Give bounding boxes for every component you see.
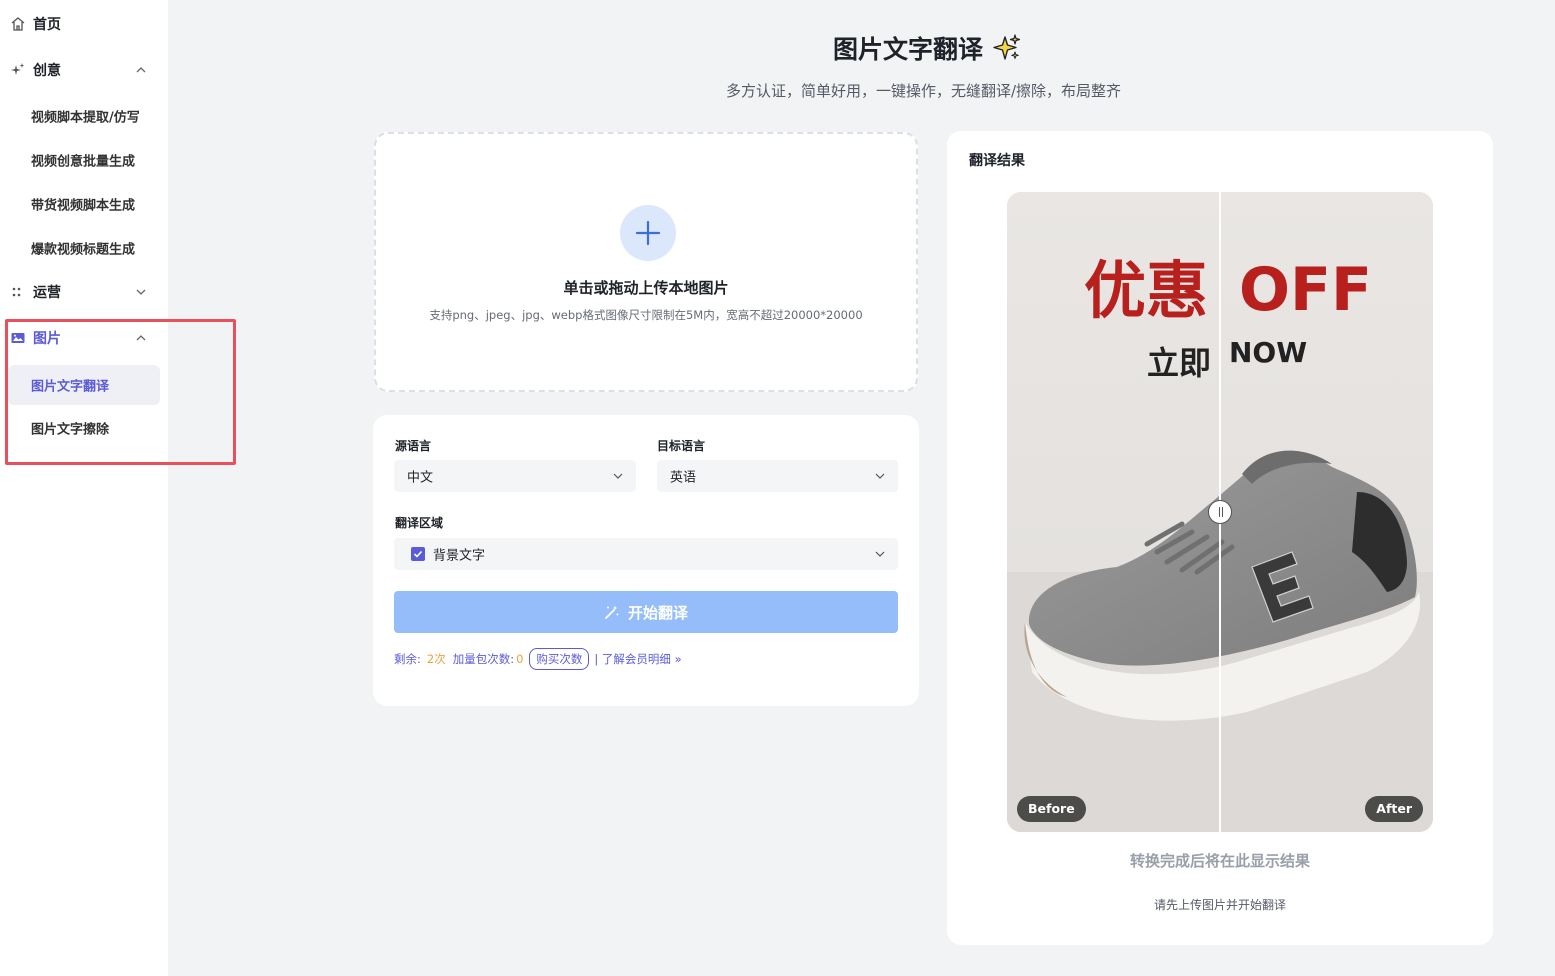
image-text-after-sub: NOW	[1229, 336, 1307, 369]
sidebar-item-sales-script[interactable]: 带货视频脚本生成	[8, 184, 160, 224]
sidebar-item-image[interactable]: 图片	[0, 316, 168, 360]
source-language-value: 中文	[407, 470, 434, 486]
sidebar-item-label: 创意	[33, 63, 61, 79]
image-text-before-main: 优惠	[1084, 254, 1208, 327]
bonus-count: 0	[516, 652, 524, 666]
chevron-up-icon	[136, 335, 146, 341]
sidebar-item-label: 图片文字擦除	[31, 422, 110, 438]
page-subtitle: 多方认证，简单好用，一键操作，无缝翻译/擦除，布局整齐	[726, 82, 1122, 100]
sparkles-icon	[993, 34, 1021, 60]
sidebar: 首页 创意 视频脚本提取/仿写 视频创意批量生成 带货视频脚本生成 爆款视频标题…	[0, 0, 168, 976]
source-language-label: 源语言	[395, 439, 432, 453]
upload-plus-button[interactable]	[620, 205, 676, 261]
sidebar-item-label: 视频创意批量生成	[31, 154, 136, 170]
sidebar-item-label: 图片文字翻译	[31, 379, 110, 395]
before-badge: Before	[1017, 796, 1086, 822]
chevron-down-icon	[613, 473, 623, 479]
magic-wand-icon	[605, 605, 619, 619]
upload-title: 单击或拖动上传本地图片	[563, 279, 729, 297]
sidebar-item-label: 首页	[33, 17, 61, 33]
plus-icon	[635, 220, 661, 246]
upload-hint: 支持png、jpeg、jpg、webp格式图像尺寸限制在5M内，宽高不超过200…	[429, 308, 863, 322]
check-icon	[413, 550, 423, 558]
sidebar-item-label: 爆款视频标题生成	[31, 242, 136, 258]
bonus-label: 加量包次数:	[452, 652, 515, 666]
start-translate-button[interactable]: 开始翻译	[394, 591, 898, 633]
buy-quota-button[interactable]: 购买次数	[529, 648, 590, 670]
sidebar-item-video-creative[interactable]: 视频创意批量生成	[8, 140, 160, 180]
result-placeholder-hint: 请先上传图片并开始翻译	[1153, 898, 1286, 912]
compare-slider-handle[interactable]	[1208, 500, 1232, 524]
sidebar-item-viral-title[interactable]: 爆款视频标题生成	[8, 228, 160, 268]
chevron-down-icon	[875, 473, 885, 479]
sidebar-item-video-script[interactable]: 视频脚本提取/仿写	[8, 96, 160, 136]
sidebar-item-image-translate[interactable]: 图片文字翻译	[8, 365, 160, 405]
sparkle-icon	[11, 63, 25, 75]
grid-icon	[12, 287, 21, 297]
sidebar-item-label: 视频脚本提取/仿写	[31, 110, 140, 126]
image-text-after-main: OFF	[1239, 255, 1372, 325]
remaining-count: 2次	[426, 652, 446, 666]
region-checkbox[interactable]	[411, 547, 425, 561]
chevron-down-icon	[136, 289, 146, 295]
target-language-select[interactable]: 英语	[657, 460, 898, 492]
settings-panel: 源语言 中文 目标语言 英语 翻译区域 背景文字 开始翻译 剩余: 2次 加量包…	[373, 415, 919, 706]
quota-info: 剩余: 2次 加量包次数: 0 购买次数 | 了解会员明细 »	[394, 648, 682, 670]
start-translate-label: 开始翻译	[627, 603, 688, 622]
sidebar-item-label: 图片	[33, 331, 61, 347]
sidebar-item-label: 运营	[33, 285, 61, 301]
image-text-before-sub: 立即	[1147, 344, 1211, 382]
before-after-compare[interactable]: 优惠 OFF 立即 NOW Before After	[1007, 192, 1433, 832]
result-panel: 翻译结果 优惠 OFF 立即 NOW Before After 转换完成后将在此…	[947, 131, 1493, 945]
translate-region-select[interactable]: 背景文字	[394, 538, 898, 570]
sidebar-item-home[interactable]: 首页	[0, 2, 168, 46]
page-title: 图片文字翻译	[833, 35, 984, 64]
image-icon	[11, 333, 25, 343]
target-language-value: 英语	[670, 470, 697, 486]
sidebar-item-image-erase[interactable]: 图片文字擦除	[8, 408, 160, 448]
sidebar-item-operations[interactable]: 运营	[0, 270, 168, 314]
chevron-down-icon	[875, 551, 885, 557]
source-language-select[interactable]: 中文	[394, 460, 636, 492]
sidebar-item-label: 带货视频脚本生成	[31, 198, 136, 214]
translate-region-value: 背景文字	[433, 548, 486, 564]
upload-dropzone[interactable]: 单击或拖动上传本地图片 支持png、jpeg、jpg、webp格式图像尺寸限制在…	[374, 132, 918, 392]
page-header: 图片文字翻译	[833, 30, 1023, 66]
membership-details-link[interactable]: | 了解会员明细 »	[594, 651, 681, 667]
after-badge: After	[1365, 796, 1423, 822]
result-placeholder-message: 转换完成后将在此显示结果	[1129, 852, 1310, 870]
home-icon	[11, 17, 25, 31]
translate-region-label: 翻译区域	[395, 516, 444, 530]
chevron-up-icon	[136, 67, 146, 73]
result-title: 翻译结果	[969, 153, 1025, 169]
remaining-label: 剩余:	[394, 652, 421, 666]
sidebar-item-creative[interactable]: 创意	[0, 48, 168, 92]
target-language-label: 目标语言	[657, 439, 706, 453]
